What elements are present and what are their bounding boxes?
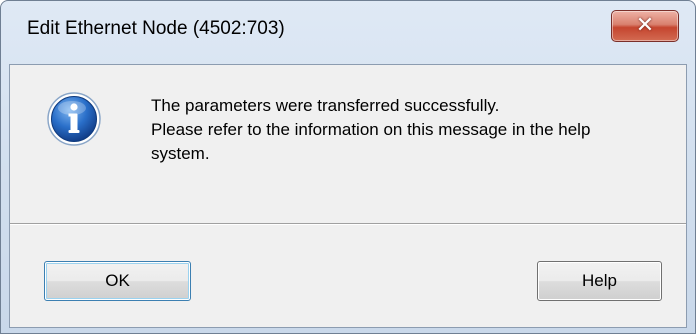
message-text: The parameters were transferred successf…	[151, 94, 676, 166]
message-area: The parameters were transferred successf…	[10, 65, 686, 223]
dialog-client-area: The parameters were transferred successf…	[9, 64, 687, 328]
help-button[interactable]: Help	[537, 261, 662, 301]
message-line-2: Please refer to the information on this …	[151, 120, 591, 139]
message-line-1: The parameters were transferred successf…	[151, 96, 500, 115]
window-title: Edit Ethernet Node (4502:703)	[27, 18, 285, 39]
info-icon	[47, 92, 101, 146]
ok-button[interactable]: OK	[44, 261, 191, 301]
message-line-3: system.	[151, 144, 210, 163]
dialog-window: Edit Ethernet Node (4502:703) ✕ The para…	[0, 0, 696, 334]
separator	[10, 223, 686, 225]
close-button[interactable]: ✕	[611, 10, 679, 42]
title-bar[interactable]: Edit Ethernet Node (4502:703) ✕	[1, 1, 695, 63]
close-icon: ✕	[635, 13, 655, 38]
